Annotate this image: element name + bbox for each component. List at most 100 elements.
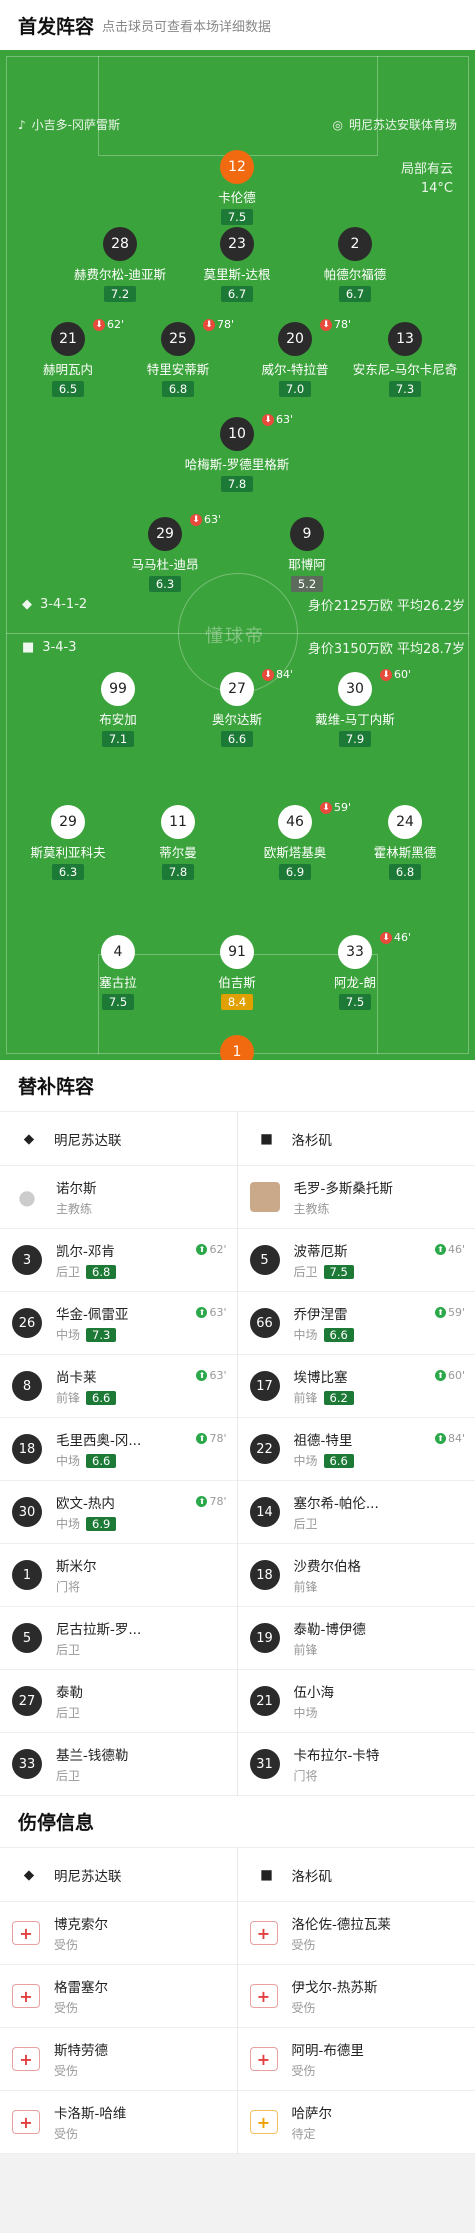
player-name: 祖德-特里 bbox=[293, 1433, 353, 1449]
player-rating: 6.7 bbox=[220, 286, 254, 302]
sub-player-row[interactable]: 31 卡布拉尔-卡特 门将 bbox=[237, 1733, 475, 1796]
sub-in-icon: ⬆ bbox=[434, 1307, 446, 1318]
sub-player-row[interactable]: 5 尼古拉斯-罗... 后卫 bbox=[0, 1607, 237, 1670]
sub-out-indicator: ⬇ 60' bbox=[380, 668, 411, 681]
player-home[interactable]: 25 ⬇ 78' 特里安蒂斯 6.8 bbox=[118, 318, 238, 397]
away-team-header[interactable]: ■ 洛杉矶 bbox=[237, 1848, 475, 1902]
injury-status: 受伤 bbox=[54, 2127, 79, 2141]
sub-player-row[interactable]: 27 泰勒 后卫 bbox=[0, 1670, 237, 1733]
player-home[interactable]: 29 ⬇ 63' 马马杜-迪昂 6.3 bbox=[105, 513, 225, 592]
sub-minute: 63' bbox=[204, 513, 222, 526]
stadium-icon: ◎ bbox=[332, 117, 343, 132]
player-name: 埃博比塞 bbox=[293, 1370, 348, 1386]
injury-row[interactable]: + 伊戈尔-热苏斯 受伤 bbox=[237, 1965, 475, 2028]
sub-in-indicator: ⬆ 59' bbox=[434, 1306, 465, 1319]
sub-in-icon: ⬆ bbox=[196, 1244, 208, 1255]
player-home[interactable]: 2 帕德尔福德 6.7 bbox=[295, 227, 415, 302]
medical-kit-icon: + bbox=[249, 1984, 278, 2008]
injury-row[interactable]: + 哈萨尔 待定 bbox=[237, 2091, 475, 2154]
player-position: 后卫 bbox=[56, 1706, 81, 1720]
sub-player-row[interactable]: 22 祖德-特里 中场 6.6 ⬆ 84' bbox=[237, 1418, 475, 1481]
player-away[interactable]: 24 霍林斯黑德 6.8 bbox=[345, 805, 465, 880]
player-number: 66 bbox=[249, 1308, 280, 1338]
sub-player-row[interactable]: 33 基兰-钱德勒 后卫 bbox=[0, 1733, 237, 1796]
player-rating: 6.6 bbox=[86, 1453, 117, 1468]
sub-player-row[interactable]: 19 泰勒-博伊德 前锋 bbox=[237, 1607, 475, 1670]
player-number: 5 bbox=[249, 1245, 280, 1275]
home-team-logo: ◆ bbox=[23, 1130, 35, 1147]
player-away[interactable]: 33 ⬇ 46' 阿龙-朗 7.5 bbox=[295, 931, 415, 1010]
player-name: 斯特劳德 bbox=[54, 2043, 108, 2059]
player-away[interactable]: 4 塞古拉 7.5 bbox=[58, 935, 178, 1010]
player-rating: 7.9 bbox=[338, 731, 372, 747]
injury-row[interactable]: + 卡洛斯-哈维 受伤 bbox=[0, 2091, 237, 2154]
home-team-header[interactable]: ◆ 明尼苏达联 bbox=[0, 1848, 237, 1902]
away-coach-row[interactable]: 毛罗-多斯桑托斯 主教练 bbox=[237, 1166, 475, 1229]
sub-player-row[interactable]: 30 欧文-热内 中场 6.9 ⬆ 78' bbox=[0, 1481, 237, 1544]
player-away[interactable]: 1洛里7.2 bbox=[177, 1035, 297, 1060]
player-rating: 7.5 bbox=[101, 994, 135, 1010]
player-rating: 6.9 bbox=[278, 864, 312, 880]
player-rating: 7.5 bbox=[220, 209, 254, 225]
injury-row[interactable]: + 斯特劳德 受伤 bbox=[0, 2028, 237, 2091]
sub-out-icon: ⬇ bbox=[262, 668, 274, 681]
player-home[interactable]: 12 卡伦德 7.5 bbox=[177, 150, 297, 225]
avatar bbox=[249, 1182, 280, 1212]
injury-row[interactable]: + 格雷塞尔 受伤 bbox=[0, 1965, 237, 2028]
sub-player-row[interactable]: 5 波蒂厄斯 后卫 7.5 ⬆ 46' bbox=[237, 1229, 475, 1292]
player-number: 18 bbox=[12, 1434, 42, 1464]
player-away[interactable]: 29 斯莫利亚科夫 6.3 bbox=[8, 805, 128, 880]
player-number: 29 bbox=[51, 805, 85, 839]
home-injuries-column: ◆ 明尼苏达联 + 博克索尔 受伤 + 格雷塞尔 受伤 + 斯特劳德 受伤 + 卡洛斯-哈维 受伤 bbox=[0, 1848, 238, 2154]
injury-row[interactable]: + 洛伦佐-德拉瓦莱 受伤 bbox=[237, 1902, 475, 1965]
player-home[interactable]: 28 赫费尔松-迪亚斯 7.2 bbox=[60, 227, 180, 302]
player-name: 蒂尔曼 bbox=[159, 845, 197, 860]
player-home[interactable]: 20 ⬇ 78' 威尔-特拉普 7.0 bbox=[235, 318, 355, 397]
sub-player-row[interactable]: 18 毛里西奥-冈... 中场 6.6 ⬆ 78' bbox=[0, 1418, 237, 1481]
sub-player-row[interactable]: 18 沙费尔伯格 前锋 bbox=[237, 1544, 475, 1607]
injury-row[interactable]: + 博克索尔 受伤 bbox=[0, 1902, 237, 1965]
sub-player-row[interactable]: 1 斯米尔 门将 bbox=[0, 1544, 237, 1607]
sub-player-row[interactable]: 14 塞尔希-帕伦... 后卫 bbox=[237, 1481, 475, 1544]
sub-player-row[interactable]: 21 伍小海 中场 bbox=[237, 1670, 475, 1733]
player-number: 30 bbox=[12, 1497, 42, 1527]
sub-out-indicator: ⬇ 46' bbox=[380, 931, 411, 944]
player-home[interactable]: 21 ⬇ 62' 赫明瓦内 6.5 bbox=[8, 318, 128, 397]
sub-player-row[interactable]: 17 埃博比塞 前锋 6.2 ⬆ 60' bbox=[237, 1355, 475, 1418]
home-coach-row[interactable]: ● 诺尔斯 主教练 bbox=[0, 1166, 237, 1229]
coach-name: 诺尔斯 bbox=[56, 1181, 97, 1197]
player-home[interactable]: 23 莫里斯-达根 6.7 bbox=[177, 227, 297, 302]
sub-out-indicator: ⬇ 63' bbox=[190, 513, 221, 526]
venue-label: ◎ 明尼苏达安联体育场 bbox=[332, 117, 458, 133]
player-home[interactable]: 9 耶博阿 5.2 bbox=[247, 517, 367, 592]
player-rating: 7.8 bbox=[161, 864, 195, 880]
player-away[interactable]: 11 蒂尔曼 7.8 bbox=[118, 805, 238, 880]
whistle-icon: ♪ bbox=[18, 117, 26, 132]
medical-kit-icon: + bbox=[249, 2110, 278, 2134]
player-rating: 7.3 bbox=[86, 1327, 117, 1342]
player-rating: 6.3 bbox=[148, 576, 182, 592]
player-away[interactable]: 30 ⬇ 60' 戴维-马丁内斯 7.9 bbox=[295, 668, 415, 747]
sub-player-row[interactable]: 3 凯尔-邓肯 后卫 6.8 ⬆ 62' bbox=[0, 1229, 237, 1292]
away-formation-row: ■ 3-4-3 身价3150万欧 平均28.7岁 bbox=[22, 640, 465, 657]
player-name: 尚卡莱 bbox=[56, 1370, 97, 1386]
player-away[interactable]: 91 伯吉斯 8.4 bbox=[177, 935, 297, 1010]
player-away[interactable]: 99 布安加 7.1 bbox=[58, 672, 178, 747]
sub-player-row[interactable]: 8 尚卡莱 前锋 6.6 ⬆ 63' bbox=[0, 1355, 237, 1418]
injury-row[interactable]: + 阿明-布德里 受伤 bbox=[237, 2028, 475, 2091]
away-team-header[interactable]: ■ 洛杉矶 bbox=[237, 1112, 475, 1166]
sub-in-icon: ⬆ bbox=[434, 1433, 446, 1444]
player-home[interactable]: 10 ⬇ 63' 哈梅斯-罗德里格斯 7.8 bbox=[177, 413, 297, 492]
player-position: 后卫 bbox=[56, 1643, 81, 1657]
player-number: 17 bbox=[249, 1371, 280, 1401]
sub-player-row[interactable]: 26 华金-佩雷亚 中场 7.3 ⬆ 63' bbox=[0, 1292, 237, 1355]
player-away[interactable]: 27 ⬇ 84' 奥尔达斯 6.6 bbox=[177, 668, 297, 747]
home-subs-column: ◆ 明尼苏达联 ● 诺尔斯 主教练 3 凯尔-邓肯 后卫 6.8 ⬆ 62' 26 华金-佩雷… bbox=[0, 1112, 238, 1796]
sub-player-row[interactable]: 66 乔伊涅雷 中场 6.6 ⬆ 59' bbox=[237, 1292, 475, 1355]
player-name: 华金-佩雷亚 bbox=[56, 1307, 129, 1323]
home-team-header[interactable]: ◆ 明尼苏达联 bbox=[0, 1112, 237, 1166]
player-number: 18 bbox=[249, 1560, 280, 1590]
player-home[interactable]: 13 安东尼-马尔卡尼奇 7.3 bbox=[345, 322, 465, 397]
player-away[interactable]: 46 ⬇ 59' 欧斯塔基奥 6.9 bbox=[235, 801, 355, 880]
player-name: 伯吉斯 bbox=[218, 975, 256, 990]
